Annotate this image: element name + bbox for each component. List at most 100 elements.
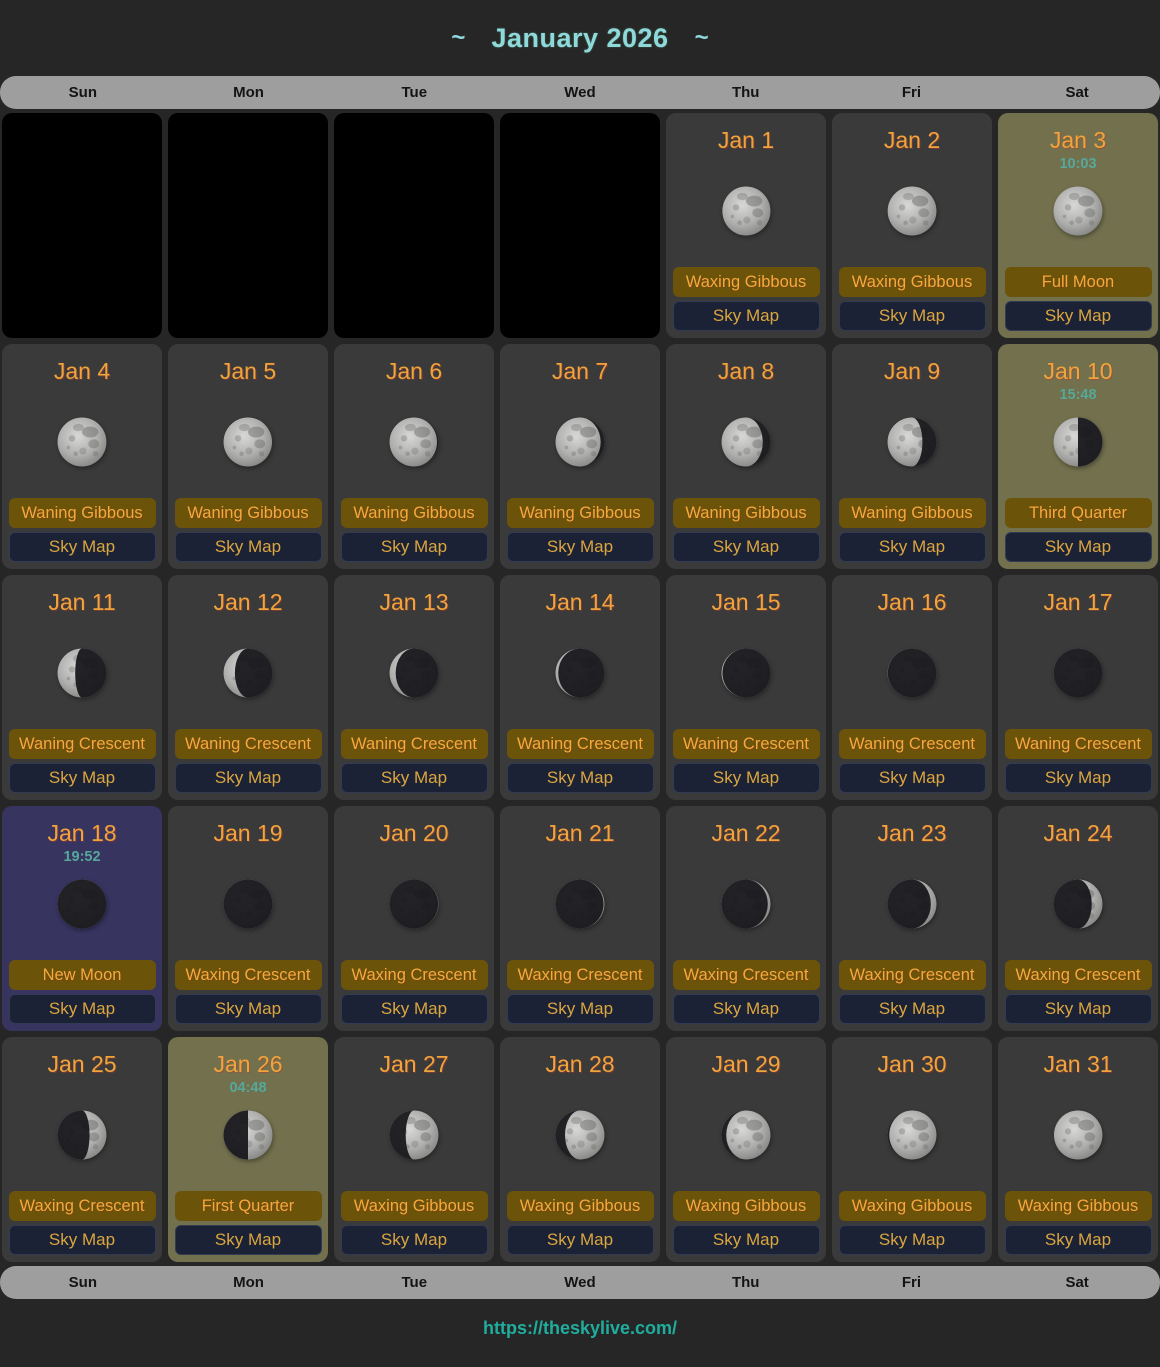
day-cell: Jan 20 Waxing Crescent Sky Map — [334, 806, 494, 1031]
day-cell: Jan 1 Waxing Gibbous Sky Map — [666, 113, 826, 338]
phase-label[interactable]: Waxing Gibbous — [341, 1191, 488, 1221]
weekday-label: Mon — [166, 84, 332, 101]
moon-image — [219, 644, 277, 702]
moon-image — [385, 875, 443, 933]
sky-map-link[interactable]: Sky Map — [175, 1225, 322, 1255]
day-date: Jan 4 — [54, 356, 110, 386]
day-date: Jan 5 — [220, 356, 276, 386]
phase-label[interactable]: Waxing Gibbous — [839, 267, 986, 297]
phase-label[interactable]: Waxing Crescent — [9, 1191, 156, 1221]
phase-label[interactable]: Waxing Crescent — [673, 960, 820, 990]
day-cell: Jan 17 Waning Crescent Sky Map — [998, 575, 1158, 800]
phase-label[interactable]: Waxing Crescent — [1005, 960, 1152, 990]
sky-map-link[interactable]: Sky Map — [9, 532, 156, 562]
moon-image — [883, 182, 941, 240]
site-url-link[interactable]: https://theskylive.com/ — [483, 1318, 677, 1339]
sky-map-link[interactable]: Sky Map — [1005, 301, 1152, 331]
phase-label[interactable]: Waning Crescent — [9, 729, 156, 759]
sky-map-link[interactable]: Sky Map — [507, 763, 654, 793]
sky-map-link[interactable]: Sky Map — [673, 301, 820, 331]
day-cell: Jan 11 Waning Crescent Sky Map — [2, 575, 162, 800]
phase-label[interactable]: Third Quarter — [1005, 498, 1152, 528]
sky-map-link[interactable]: Sky Map — [839, 532, 986, 562]
phase-label[interactable]: Waning Gibbous — [175, 498, 322, 528]
moon-image — [883, 875, 941, 933]
sky-map-link[interactable]: Sky Map — [1005, 1225, 1152, 1255]
phase-label[interactable]: Waxing Crescent — [839, 960, 986, 990]
moon-image — [883, 1106, 941, 1164]
day-date: Jan 3 — [1050, 125, 1106, 155]
day-date: Jan 18 — [47, 818, 116, 848]
moon-image — [219, 875, 277, 933]
weekday-label: Fri — [829, 84, 995, 101]
phase-label[interactable]: Waning Gibbous — [507, 498, 654, 528]
sky-map-link[interactable]: Sky Map — [9, 763, 156, 793]
phase-label[interactable]: Waning Crescent — [839, 729, 986, 759]
phase-label[interactable]: New Moon — [9, 960, 156, 990]
day-date: Jan 8 — [718, 356, 774, 386]
sky-map-link[interactable]: Sky Map — [673, 763, 820, 793]
day-date: Jan 21 — [545, 818, 614, 848]
sky-map-link[interactable]: Sky Map — [1005, 763, 1152, 793]
sky-map-link[interactable]: Sky Map — [9, 994, 156, 1024]
phase-label[interactable]: Waning Gibbous — [839, 498, 986, 528]
sky-map-link[interactable]: Sky Map — [507, 1225, 654, 1255]
sky-map-link[interactable]: Sky Map — [507, 994, 654, 1024]
sky-map-link[interactable]: Sky Map — [507, 532, 654, 562]
moon-image — [551, 875, 609, 933]
sky-map-link[interactable]: Sky Map — [1005, 532, 1152, 562]
sky-map-link[interactable]: Sky Map — [341, 1225, 488, 1255]
sky-map-link[interactable]: Sky Map — [839, 994, 986, 1024]
sky-map-link[interactable]: Sky Map — [673, 994, 820, 1024]
moon-image — [385, 1106, 443, 1164]
phase-time: 10:03 — [1059, 155, 1096, 176]
phase-label[interactable]: Waxing Gibbous — [1005, 1191, 1152, 1221]
weekday-label: Sun — [0, 84, 166, 101]
phase-label[interactable]: Waning Gibbous — [9, 498, 156, 528]
weekday-label: Tue — [331, 84, 497, 101]
day-date: Jan 1 — [718, 125, 774, 155]
day-cell: Jan 29 Waxing Gibbous Sky Map — [666, 1037, 826, 1262]
sky-map-link[interactable]: Sky Map — [9, 1225, 156, 1255]
sky-map-link[interactable]: Sky Map — [175, 532, 322, 562]
phase-label[interactable]: Waning Gibbous — [341, 498, 488, 528]
phase-label[interactable]: Waning Crescent — [507, 729, 654, 759]
day-date: Jan 9 — [884, 356, 940, 386]
day-cell: Jan 7 Waning Gibbous Sky Map — [500, 344, 660, 569]
weekday-label: Tue — [331, 1274, 497, 1291]
sky-map-link[interactable]: Sky Map — [839, 1225, 986, 1255]
sky-map-link[interactable]: Sky Map — [341, 763, 488, 793]
day-cell: Jan 23 Waxing Crescent Sky Map — [832, 806, 992, 1031]
phase-label[interactable]: Full Moon — [1005, 267, 1152, 297]
phase-label[interactable]: Waxing Gibbous — [507, 1191, 654, 1221]
phase-time: 04:48 — [229, 1079, 266, 1100]
sky-map-link[interactable]: Sky Map — [175, 763, 322, 793]
phase-label[interactable]: Waxing Crescent — [507, 960, 654, 990]
title-tilde-right: ~ — [695, 24, 709, 52]
phase-label[interactable]: Waxing Gibbous — [673, 267, 820, 297]
sky-map-link[interactable]: Sky Map — [341, 994, 488, 1024]
sky-map-link[interactable]: Sky Map — [1005, 994, 1152, 1024]
phase-label[interactable]: Waning Crescent — [673, 729, 820, 759]
phase-label[interactable]: Waxing Crescent — [175, 960, 322, 990]
weekday-label: Thu — [663, 84, 829, 101]
phase-label[interactable]: Waxing Gibbous — [839, 1191, 986, 1221]
sky-map-link[interactable]: Sky Map — [341, 532, 488, 562]
phase-label[interactable]: Waning Crescent — [1005, 729, 1152, 759]
phase-label[interactable]: First Quarter — [175, 1191, 322, 1221]
sky-map-link[interactable]: Sky Map — [839, 763, 986, 793]
moon-image — [883, 413, 941, 471]
moon-image — [219, 1106, 277, 1164]
phase-label[interactable]: Waning Crescent — [341, 729, 488, 759]
sky-map-link[interactable]: Sky Map — [839, 301, 986, 331]
moon-image — [1049, 875, 1107, 933]
sky-map-link[interactable]: Sky Map — [175, 994, 322, 1024]
sky-map-link[interactable]: Sky Map — [673, 532, 820, 562]
sky-map-link[interactable]: Sky Map — [673, 1225, 820, 1255]
phase-label[interactable]: Waxing Crescent — [341, 960, 488, 990]
phase-label[interactable]: Waxing Gibbous — [673, 1191, 820, 1221]
phase-time: 15:48 — [1059, 386, 1096, 407]
phase-label[interactable]: Waning Gibbous — [673, 498, 820, 528]
day-date: Jan 10 — [1043, 356, 1112, 386]
phase-label[interactable]: Waning Crescent — [175, 729, 322, 759]
